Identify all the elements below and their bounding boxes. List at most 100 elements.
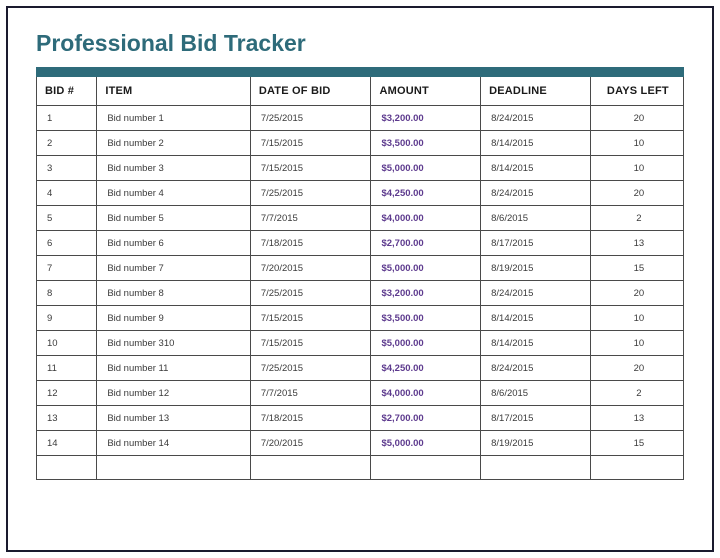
cell-amount: $4,000.00 <box>371 206 481 231</box>
table-row: 5Bid number 57/7/2015$4,000.008/6/20152 <box>37 206 684 231</box>
cell-deadline: 8/24/2015 <box>481 106 591 131</box>
cell-bid_num: 5 <box>37 206 97 231</box>
cell-days_left: 10 <box>590 331 683 356</box>
cell-days_left: 10 <box>590 306 683 331</box>
cell-deadline: 8/14/2015 <box>481 306 591 331</box>
cell-days_left: 13 <box>590 231 683 256</box>
cell-date_of_bid: 7/15/2015 <box>250 131 371 156</box>
cell-bid_num: 2 <box>37 131 97 156</box>
cell-bid_num: 8 <box>37 281 97 306</box>
cell-bid_num: 10 <box>37 331 97 356</box>
cell-item: Bid number 3 <box>97 156 251 181</box>
cell-amount: $2,700.00 <box>371 231 481 256</box>
cell-date_of_bid: 7/15/2015 <box>250 156 371 181</box>
cell-amount: $5,000.00 <box>371 256 481 281</box>
cell-item: Bid number 8 <box>97 281 251 306</box>
cell-date_of_bid: 7/18/2015 <box>250 406 371 431</box>
cell-item: Bid number 4 <box>97 181 251 206</box>
cell-deadline: 8/17/2015 <box>481 231 591 256</box>
cell-amount: $3,200.00 <box>371 106 481 131</box>
bid-tracker-table: BID # ITEM DATE OF BID AMOUNT DEADLINE D… <box>36 77 684 480</box>
cell-date_of_bid: 7/20/2015 <box>250 256 371 281</box>
col-header-item: ITEM <box>97 77 251 106</box>
cell-deadline: 8/14/2015 <box>481 131 591 156</box>
cell-bid_num: 4 <box>37 181 97 206</box>
cell-bid_num: 1 <box>37 106 97 131</box>
cell-empty <box>371 456 481 480</box>
document-frame: Professional Bid Tracker BID # ITEM DATE… <box>6 6 714 552</box>
cell-deadline: 8/19/2015 <box>481 256 591 281</box>
cell-date_of_bid: 7/20/2015 <box>250 431 371 456</box>
cell-amount: $5,000.00 <box>371 431 481 456</box>
cell-item: Bid number 6 <box>97 231 251 256</box>
table-header-row: BID # ITEM DATE OF BID AMOUNT DEADLINE D… <box>37 77 684 106</box>
col-header-date-of-bid: DATE OF BID <box>250 77 371 106</box>
page-title: Professional Bid Tracker <box>36 30 684 57</box>
table-row: 10Bid number 3107/15/2015$5,000.008/14/2… <box>37 331 684 356</box>
cell-days_left: 2 <box>590 381 683 406</box>
cell-date_of_bid: 7/25/2015 <box>250 356 371 381</box>
cell-amount: $3,500.00 <box>371 131 481 156</box>
cell-date_of_bid: 7/18/2015 <box>250 231 371 256</box>
cell-days_left: 2 <box>590 206 683 231</box>
cell-deadline: 8/19/2015 <box>481 431 591 456</box>
cell-date_of_bid: 7/15/2015 <box>250 306 371 331</box>
cell-item: Bid number 2 <box>97 131 251 156</box>
cell-date_of_bid: 7/25/2015 <box>250 281 371 306</box>
table-row: 4Bid number 47/25/2015$4,250.008/24/2015… <box>37 181 684 206</box>
cell-item: Bid number 11 <box>97 356 251 381</box>
cell-deadline: 8/24/2015 <box>481 356 591 381</box>
cell-days_left: 20 <box>590 356 683 381</box>
cell-bid_num: 14 <box>37 431 97 456</box>
cell-item: Bid number 5 <box>97 206 251 231</box>
cell-empty <box>37 456 97 480</box>
cell-empty <box>481 456 591 480</box>
cell-deadline: 8/17/2015 <box>481 406 591 431</box>
cell-days_left: 15 <box>590 256 683 281</box>
col-header-days-left: DAYS LEFT <box>590 77 683 106</box>
cell-empty <box>250 456 371 480</box>
cell-bid_num: 3 <box>37 156 97 181</box>
cell-date_of_bid: 7/7/2015 <box>250 381 371 406</box>
cell-days_left: 10 <box>590 131 683 156</box>
cell-item: Bid number 13 <box>97 406 251 431</box>
table-row: 3Bid number 37/15/2015$5,000.008/14/2015… <box>37 156 684 181</box>
cell-bid_num: 11 <box>37 356 97 381</box>
table-row-empty <box>37 456 684 480</box>
cell-deadline: 8/6/2015 <box>481 206 591 231</box>
table-row: 11Bid number 117/25/2015$4,250.008/24/20… <box>37 356 684 381</box>
cell-item: Bid number 9 <box>97 306 251 331</box>
table-row: 7Bid number 77/20/2015$5,000.008/19/2015… <box>37 256 684 281</box>
col-header-deadline: DEADLINE <box>481 77 591 106</box>
cell-days_left: 10 <box>590 156 683 181</box>
cell-bid_num: 7 <box>37 256 97 281</box>
table-row: 14Bid number 147/20/2015$5,000.008/19/20… <box>37 431 684 456</box>
table-row: 1Bid number 17/25/2015$3,200.008/24/2015… <box>37 106 684 131</box>
cell-amount: $2,700.00 <box>371 406 481 431</box>
cell-date_of_bid: 7/15/2015 <box>250 331 371 356</box>
cell-days_left: 20 <box>590 181 683 206</box>
cell-date_of_bid: 7/25/2015 <box>250 106 371 131</box>
cell-amount: $3,500.00 <box>371 306 481 331</box>
cell-amount: $4,250.00 <box>371 181 481 206</box>
cell-deadline: 8/6/2015 <box>481 381 591 406</box>
cell-deadline: 8/24/2015 <box>481 281 591 306</box>
cell-amount: $5,000.00 <box>371 156 481 181</box>
cell-deadline: 8/14/2015 <box>481 156 591 181</box>
cell-item: Bid number 12 <box>97 381 251 406</box>
cell-deadline: 8/14/2015 <box>481 331 591 356</box>
accent-bar <box>36 67 684 77</box>
cell-item: Bid number 1 <box>97 106 251 131</box>
table-row: 13Bid number 137/18/2015$2,700.008/17/20… <box>37 406 684 431</box>
cell-amount: $3,200.00 <box>371 281 481 306</box>
cell-bid_num: 12 <box>37 381 97 406</box>
cell-deadline: 8/24/2015 <box>481 181 591 206</box>
cell-amount: $4,000.00 <box>371 381 481 406</box>
cell-date_of_bid: 7/7/2015 <box>250 206 371 231</box>
cell-amount: $4,250.00 <box>371 356 481 381</box>
table-row: 2Bid number 27/15/2015$3,500.008/14/2015… <box>37 131 684 156</box>
cell-date_of_bid: 7/25/2015 <box>250 181 371 206</box>
cell-bid_num: 6 <box>37 231 97 256</box>
cell-bid_num: 13 <box>37 406 97 431</box>
cell-days_left: 15 <box>590 431 683 456</box>
